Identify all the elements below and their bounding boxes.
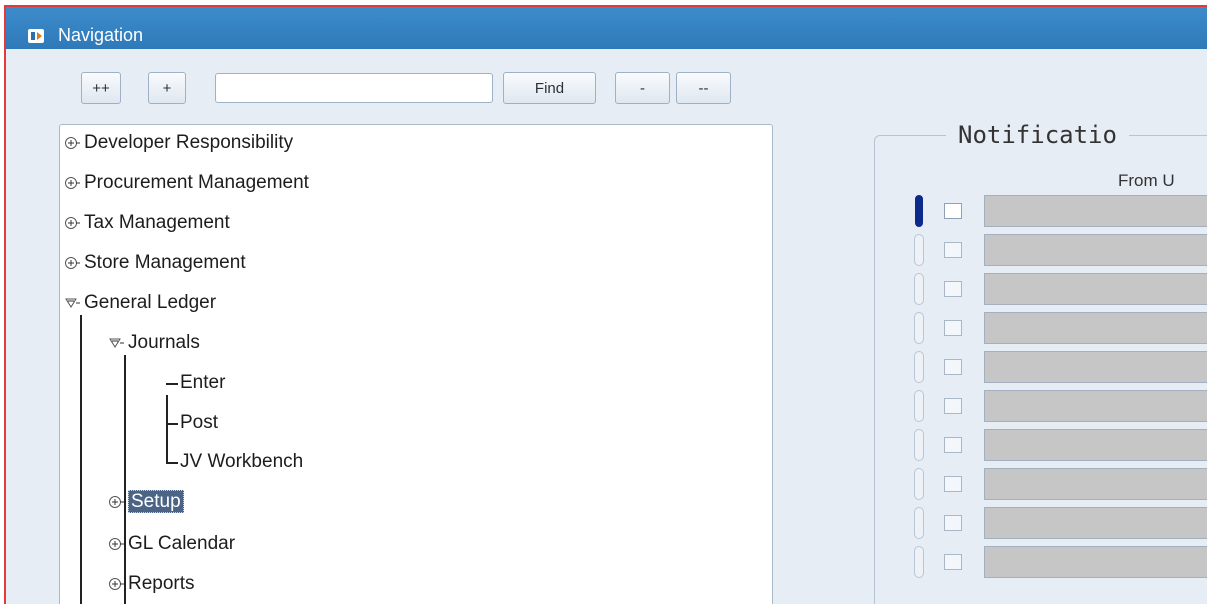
tree-node-journals[interactable]: Journals <box>108 331 200 355</box>
tree-node-store-management[interactable]: Store Management <box>64 251 246 275</box>
notification-row[interactable] <box>914 507 1207 539</box>
row-checkbox[interactable] <box>944 398 962 414</box>
from-cell[interactable] <box>984 429 1207 461</box>
from-column-header: From U <box>1118 171 1175 190</box>
tree-node-enter[interactable]: Enter <box>180 371 225 395</box>
tree-node-label: Setup <box>128 490 184 513</box>
notification-row[interactable] <box>914 234 1207 266</box>
row-indicator[interactable] <box>914 273 924 305</box>
toolbar: ++ + Find - -- <box>6 49 1207 114</box>
notification-row[interactable] <box>914 312 1207 344</box>
from-cell[interactable] <box>984 546 1207 578</box>
tree-node-label: Store Management <box>84 252 246 273</box>
notification-row[interactable] <box>914 273 1207 305</box>
row-checkbox[interactable] <box>944 320 962 336</box>
collapse-icon[interactable] <box>64 295 80 311</box>
tree-node-label: Reports <box>128 573 195 594</box>
tree-node-post[interactable]: Post <box>180 411 218 435</box>
from-cell[interactable] <box>984 273 1207 305</box>
tree-node-developer-responsibility[interactable]: Developer Responsibility <box>64 131 293 155</box>
expand-icon[interactable] <box>64 255 80 271</box>
collapse-icon[interactable] <box>108 335 124 351</box>
notification-row[interactable] <box>914 390 1207 422</box>
from-cell[interactable] <box>984 390 1207 422</box>
find-button[interactable]: Find <box>503 72 596 104</box>
tree-node-tax-management[interactable]: Tax Management <box>64 211 230 235</box>
tree-connector <box>166 383 178 385</box>
tree-node-label: Developer Responsibility <box>84 132 294 153</box>
expand-button[interactable]: + <box>148 72 186 104</box>
row-indicator[interactable] <box>914 312 924 344</box>
row-checkbox[interactable] <box>944 437 962 453</box>
window-titlebar: Navigation <box>6 7 1207 49</box>
search-input[interactable] <box>215 73 493 103</box>
row-indicator[interactable] <box>914 390 924 422</box>
from-cell[interactable] <box>984 234 1207 266</box>
row-indicator[interactable] <box>914 234 924 266</box>
expand-icon[interactable] <box>108 494 124 510</box>
tree-node-gl-calendar[interactable]: GL Calendar <box>108 532 235 556</box>
expand-icon[interactable] <box>108 536 124 552</box>
expand-icon[interactable] <box>64 215 80 231</box>
row-indicator[interactable] <box>914 507 924 539</box>
from-cell[interactable] <box>984 351 1207 383</box>
tree-connector <box>124 355 126 604</box>
row-indicator[interactable] <box>914 468 924 500</box>
notification-row[interactable] <box>914 195 1207 227</box>
from-cell[interactable] <box>984 195 1207 227</box>
notifications-title: Notificatio <box>946 121 1129 149</box>
tree-node-label: Post <box>180 412 219 433</box>
row-checkbox[interactable] <box>944 242 962 258</box>
notification-row[interactable] <box>914 468 1207 500</box>
tree-node-label: General Ledger <box>84 292 217 313</box>
row-indicator[interactable] <box>914 429 924 461</box>
tree-node-general-ledger[interactable]: General Ledger <box>64 291 216 315</box>
tree-node-label: JV Workbench <box>180 451 304 472</box>
row-checkbox[interactable] <box>944 515 962 531</box>
row-indicator[interactable] <box>915 195 923 227</box>
tree-node-setup[interactable]: Setup <box>108 490 184 514</box>
expand-icon[interactable] <box>64 135 80 151</box>
tree-connector <box>166 462 178 464</box>
tree-node-label: Journals <box>128 332 200 353</box>
from-cell[interactable] <box>984 312 1207 344</box>
row-checkbox[interactable] <box>944 554 962 570</box>
expand-all-button[interactable]: ++ <box>81 72 121 104</box>
row-indicator[interactable] <box>914 351 924 383</box>
collapse-button[interactable]: - <box>615 72 670 104</box>
collapse-all-button[interactable]: -- <box>676 72 731 104</box>
tree-node-reports[interactable]: Reports <box>108 572 195 596</box>
navigator-window: Navigation ++ + Find - -- Developer Resp… <box>4 5 1207 604</box>
row-checkbox[interactable] <box>944 281 962 297</box>
notification-row[interactable] <box>914 546 1207 578</box>
app-icon <box>28 29 44 43</box>
from-cell[interactable] <box>984 507 1207 539</box>
tree-node-jv-workbench[interactable]: JV Workbench <box>180 450 303 474</box>
tree-connector <box>166 423 178 425</box>
tree-connector <box>80 315 82 604</box>
row-indicator[interactable] <box>914 546 924 578</box>
window-title: Navigation <box>58 25 144 45</box>
expand-icon[interactable] <box>108 576 124 592</box>
expand-icon[interactable] <box>64 175 80 191</box>
notification-row[interactable] <box>914 429 1207 461</box>
row-checkbox[interactable] <box>944 203 962 219</box>
tree-node-label: Enter <box>180 372 226 393</box>
tree-connector <box>166 395 168 463</box>
tree-node-label: GL Calendar <box>128 533 236 554</box>
row-checkbox[interactable] <box>944 476 962 492</box>
row-checkbox[interactable] <box>944 359 962 375</box>
tree-node-procurement-management[interactable]: Procurement Management <box>64 171 309 195</box>
tree-node-label: Tax Management <box>84 212 230 233</box>
tree-node-label: Procurement Management <box>84 172 309 193</box>
from-cell[interactable] <box>984 468 1207 500</box>
notification-row[interactable] <box>914 351 1207 383</box>
